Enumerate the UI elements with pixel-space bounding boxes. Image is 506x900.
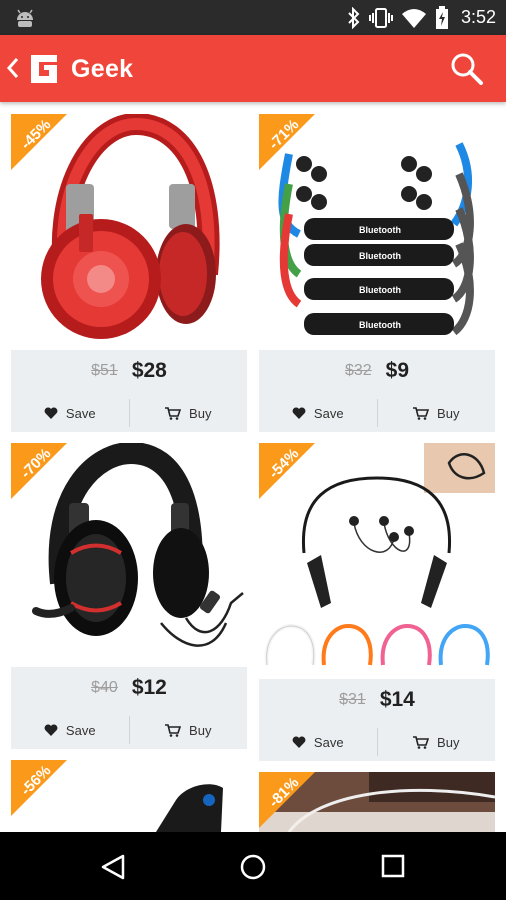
svg-text:Bluetooth: Bluetooth	[359, 285, 401, 295]
app-bar: Geek	[0, 35, 506, 102]
product-card[interactable]: -54% $31 $14 Save Buy	[259, 443, 495, 761]
price-panel: $40 $12 Save Buy	[11, 667, 247, 749]
product-card[interactable]: -70% $40 $12 Save Buy	[11, 443, 247, 749]
nav-back-icon[interactable]	[100, 853, 126, 881]
discount-badge: -81%	[259, 772, 315, 828]
old-price: $32	[344, 362, 372, 379]
navigation-bar	[0, 832, 506, 900]
cart-icon	[413, 735, 430, 749]
buy-button[interactable]: Buy	[130, 711, 248, 749]
buy-button[interactable]: Buy	[378, 723, 496, 761]
svg-text:Bluetooth: Bluetooth	[359, 251, 401, 261]
logo-icon	[31, 55, 57, 83]
old-price: $31	[339, 691, 366, 708]
save-button[interactable]: Save	[11, 394, 129, 432]
product-card[interactable]: Bluetooth Bluetooth Bluetooth Bluetooth …	[259, 114, 495, 432]
discount-badge: -56%	[11, 760, 67, 816]
battery-icon	[435, 5, 448, 29]
discount-badge: -54%	[259, 443, 315, 499]
price-panel: $51 $28 Save Buy	[11, 350, 247, 432]
vibrate-icon	[368, 7, 393, 28]
svg-text:Bluetooth: Bluetooth	[359, 320, 401, 330]
heart-icon	[292, 407, 306, 419]
heart-icon	[292, 736, 306, 748]
product-card[interactable]: -45% $51 $28 Save Buy	[11, 114, 247, 432]
product-image: -56%	[11, 760, 247, 832]
price: $12	[131, 676, 167, 699]
cart-icon	[413, 406, 430, 420]
cart-icon	[165, 723, 182, 737]
nav-recents-icon[interactable]	[381, 854, 405, 878]
product-card[interactable]: -56%	[11, 760, 247, 832]
price: $9	[385, 359, 410, 382]
android-icon	[17, 9, 33, 27]
save-button[interactable]: Save	[259, 723, 377, 761]
product-image: -45%	[11, 114, 247, 350]
price: $14	[379, 688, 415, 711]
save-button[interactable]: Save	[259, 394, 377, 432]
buy-button[interactable]: Buy	[378, 394, 496, 432]
nav-home-icon[interactable]	[239, 853, 267, 881]
bluetooth-icon	[348, 6, 360, 29]
old-price: $40	[91, 679, 118, 696]
clock: 3:52	[460, 7, 496, 27]
app-title: Geek	[71, 55, 134, 83]
product-image: -70%	[11, 443, 247, 667]
status-bar: 3:52	[0, 0, 506, 35]
product-image: -81%	[259, 772, 495, 832]
product-image: -54%	[259, 443, 495, 679]
discount-badge: -71%	[259, 114, 315, 170]
discount-badge: -45%	[11, 114, 67, 170]
price: $28	[131, 359, 167, 382]
price-panel: $32 $9 Save Buy	[259, 350, 495, 432]
svg-text:Bluetooth: Bluetooth	[359, 225, 401, 235]
cart-icon	[165, 406, 182, 420]
heart-icon	[44, 407, 58, 419]
save-button[interactable]: Save	[11, 711, 129, 749]
discount-badge: -70%	[11, 443, 67, 499]
product-card[interactable]: -81%	[259, 772, 495, 832]
back-icon[interactable]	[6, 56, 20, 80]
old-price: $51	[91, 362, 118, 379]
wifi-icon	[401, 8, 426, 28]
product-grid: -45% $51 $28 Save Buy Bluetooth Bluetoot…	[0, 102, 506, 832]
heart-icon	[44, 724, 58, 736]
phone-screen: 3:52 Geek -45% $51 $28 Save Buy Bluetoot…	[0, 0, 506, 900]
search-icon[interactable]	[450, 52, 484, 86]
buy-button[interactable]: Buy	[130, 394, 248, 432]
price-panel: $31 $14 Save Buy	[259, 679, 495, 761]
product-image: Bluetooth Bluetooth Bluetooth Bluetooth …	[259, 114, 495, 350]
